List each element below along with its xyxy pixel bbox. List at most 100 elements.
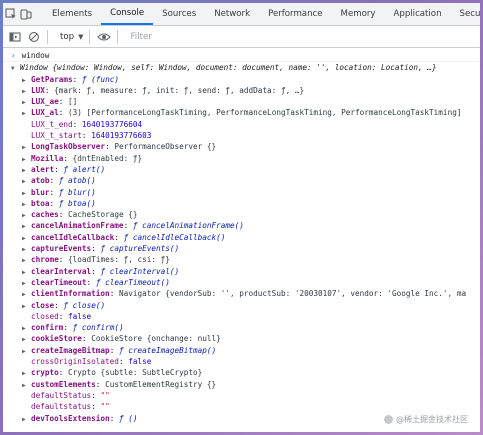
property-row[interactable]: ▶ clientInformation: Navigator {vendorSub… bbox=[3, 288, 480, 299]
device-toolbar-icon[interactable] bbox=[20, 6, 32, 22]
property-row[interactable]: ▶ crypto: Crypto {subtle: SubtleCrypto} bbox=[3, 367, 480, 378]
property-row[interactable]: ▶ customElements: CustomElementRegistry {… bbox=[3, 379, 480, 390]
tab-network[interactable]: Network bbox=[205, 3, 259, 25]
property-row[interactable]: ▶ Mozilla: {dntEnabled: ƒ} bbox=[3, 153, 480, 164]
expand-arrow-icon[interactable]: ▶ bbox=[22, 210, 31, 220]
property-separator: : bbox=[58, 255, 69, 265]
expand-arrow-icon[interactable]: ▶ bbox=[22, 108, 31, 118]
property-key: defaultStatus bbox=[31, 390, 92, 400]
property-separator: : bbox=[58, 108, 69, 118]
property-separator: : bbox=[58, 210, 69, 220]
property-row[interactable]: ▶ clearInterval: ƒ clearInterval() bbox=[3, 266, 480, 277]
tab-elements[interactable]: Elements bbox=[43, 3, 101, 25]
property-separator: : bbox=[81, 131, 92, 141]
property-separator: : bbox=[114, 232, 124, 242]
property-separator: : bbox=[58, 368, 69, 378]
property-row[interactable]: ▶ LongTaskObserver: PerformanceObserver {… bbox=[3, 141, 480, 152]
property-row[interactable]: ▶ close: ƒ close() bbox=[3, 300, 480, 311]
property-row[interactable]: ▶ cancelAnimationFrame: ƒ cancelAnimation… bbox=[3, 220, 480, 231]
tab-security[interactable]: Security bbox=[451, 3, 480, 25]
expand-arrow-icon[interactable]: ▶ bbox=[22, 176, 31, 186]
expand-arrow-icon[interactable]: ▶ bbox=[22, 233, 31, 243]
property-key: crossOriginIsolated bbox=[31, 357, 119, 367]
property-value: ƒ alert() bbox=[63, 164, 106, 174]
devtools-window: Elements Console Sources Network Perform… bbox=[3, 3, 480, 432]
property-key: LUX_ae bbox=[31, 97, 59, 107]
property-value: ƒ captureEvents() bbox=[100, 244, 180, 254]
tab-application[interactable]: Application bbox=[385, 3, 451, 25]
property-separator: : bbox=[123, 221, 133, 231]
property-row[interactable]: ▶ confirm: ƒ confirm() bbox=[3, 322, 480, 333]
property-key: close bbox=[31, 300, 55, 310]
expand-arrow-icon[interactable]: ▶ bbox=[22, 267, 31, 277]
expand-arrow-icon[interactable]: ▶ bbox=[22, 414, 31, 424]
property-key: atob bbox=[31, 176, 50, 186]
expand-arrow-icon[interactable]: ▶ bbox=[22, 188, 31, 198]
property-row: LUX_t_end: 1640193776604 bbox=[3, 119, 480, 130]
expand-arrow-icon[interactable]: ▶ bbox=[22, 86, 31, 96]
property-row[interactable]: ▶ clearTimeout: ƒ clearTimeout() bbox=[3, 277, 480, 288]
property-value: {dntEnabled: ƒ} bbox=[72, 153, 143, 163]
expand-arrow-icon[interactable]: ▶ bbox=[22, 97, 31, 107]
property-row[interactable]: ▶ cookieStore: CookieStore {onchange: nul… bbox=[3, 333, 480, 344]
property-key: closed bbox=[31, 311, 59, 321]
filter-input[interactable]: Filter bbox=[130, 32, 151, 42]
property-row[interactable]: ▶ caches: CacheStorage {} bbox=[3, 209, 480, 220]
property-row[interactable]: ▶ GetParams: ƒ (func) bbox=[3, 74, 480, 85]
property-row[interactable]: ▶ LUX_al: (3) [PerformanceLongTaskTiming,… bbox=[3, 107, 480, 118]
console-toolbar: top ▼ Filter bbox=[3, 26, 480, 48]
expand-arrow-icon[interactable]: ▶ bbox=[22, 301, 31, 311]
expand-arrow-icon[interactable]: ▶ bbox=[22, 346, 31, 356]
tab-sources[interactable]: Sources bbox=[153, 3, 205, 25]
property-value: CacheStorage {} bbox=[68, 210, 138, 220]
property-row[interactable]: ▶ LUX_ae: [] bbox=[3, 96, 480, 107]
property-value: ƒ cancelIdleCallback() bbox=[123, 232, 226, 242]
property-row[interactable]: ▶ blur: ƒ blur() bbox=[3, 187, 480, 198]
tab-memory[interactable]: Memory bbox=[332, 3, 385, 25]
property-value: ƒ createImageBitmap() bbox=[118, 345, 217, 355]
sidebar-toggle-icon[interactable] bbox=[7, 29, 23, 45]
clear-console-icon[interactable] bbox=[26, 29, 42, 45]
property-row[interactable]: ▶ atob: ƒ atob() bbox=[3, 175, 480, 186]
context-selector[interactable]: top ▼ bbox=[60, 32, 87, 42]
property-separator: : bbox=[72, 74, 82, 84]
expand-arrow-icon[interactable]: ▶ bbox=[22, 165, 31, 175]
property-row[interactable]: ▶ LUX: {mark: ƒ, measure: ƒ, init: ƒ, sen… bbox=[3, 85, 480, 96]
expand-arrow-icon[interactable]: ▶ bbox=[22, 289, 31, 299]
expand-arrow-icon[interactable]: ▶ bbox=[22, 255, 31, 265]
property-separator: : bbox=[72, 119, 82, 129]
window-object-summary[interactable]: ▼ Window {window: Window, self: Window, d… bbox=[3, 62, 480, 73]
expand-arrow-icon[interactable]: ▶ bbox=[22, 75, 31, 85]
tab-console[interactable]: Console bbox=[101, 3, 154, 25]
expand-arrow-icon[interactable]: ▶ bbox=[22, 334, 31, 344]
expand-arrow-icon[interactable]: ▶ bbox=[22, 368, 31, 378]
property-row[interactable]: ▶ captureEvents: ƒ captureEvents() bbox=[3, 243, 480, 254]
property-value: (3) [PerformanceLongTaskTiming, Performa… bbox=[68, 108, 462, 118]
property-key: createImageBitmap bbox=[31, 345, 110, 355]
expand-arrow-icon[interactable]: ▶ bbox=[22, 380, 31, 390]
eye-icon[interactable] bbox=[96, 29, 112, 45]
property-row[interactable]: ▶ createImageBitmap: ƒ createImageBitmap(… bbox=[3, 345, 480, 356]
inspect-element-icon[interactable] bbox=[5, 6, 17, 22]
property-value: [] bbox=[68, 97, 78, 107]
context-selector-label: top bbox=[60, 31, 75, 42]
expand-arrow-icon[interactable]: ▶ bbox=[22, 323, 31, 333]
property-key: Mozilla bbox=[31, 153, 64, 163]
expand-arrow-icon[interactable]: ▶ bbox=[22, 278, 31, 288]
tab-performance[interactable]: Performance bbox=[259, 3, 331, 25]
property-row[interactable]: ▶ btoa: ƒ btoa() bbox=[3, 198, 480, 209]
expand-arrow-icon[interactable]: ▶ bbox=[22, 142, 31, 152]
property-key: LUX bbox=[31, 85, 45, 95]
expand-arrow-icon[interactable]: ▶ bbox=[22, 199, 31, 209]
expand-arrow-down-icon[interactable]: ▼ bbox=[11, 63, 20, 73]
expand-arrow-icon[interactable]: ▶ bbox=[22, 154, 31, 164]
property-separator: : bbox=[58, 311, 69, 321]
expand-arrow-icon[interactable]: ▶ bbox=[22, 221, 31, 231]
property-row[interactable]: ▶ chrome: {loadTimes: ƒ, csi: ƒ} bbox=[3, 254, 480, 265]
property-key: chrome bbox=[31, 255, 59, 265]
prompt-chevron-icon: › bbox=[11, 51, 16, 60]
property-row[interactable]: ▶ cancelIdleCallback: ƒ cancelIdleCallbac… bbox=[3, 232, 480, 243]
expand-arrow-icon[interactable]: ▶ bbox=[22, 244, 31, 254]
property-separator: : bbox=[105, 142, 115, 152]
property-row[interactable]: ▶ alert: ƒ alert() bbox=[3, 164, 480, 175]
